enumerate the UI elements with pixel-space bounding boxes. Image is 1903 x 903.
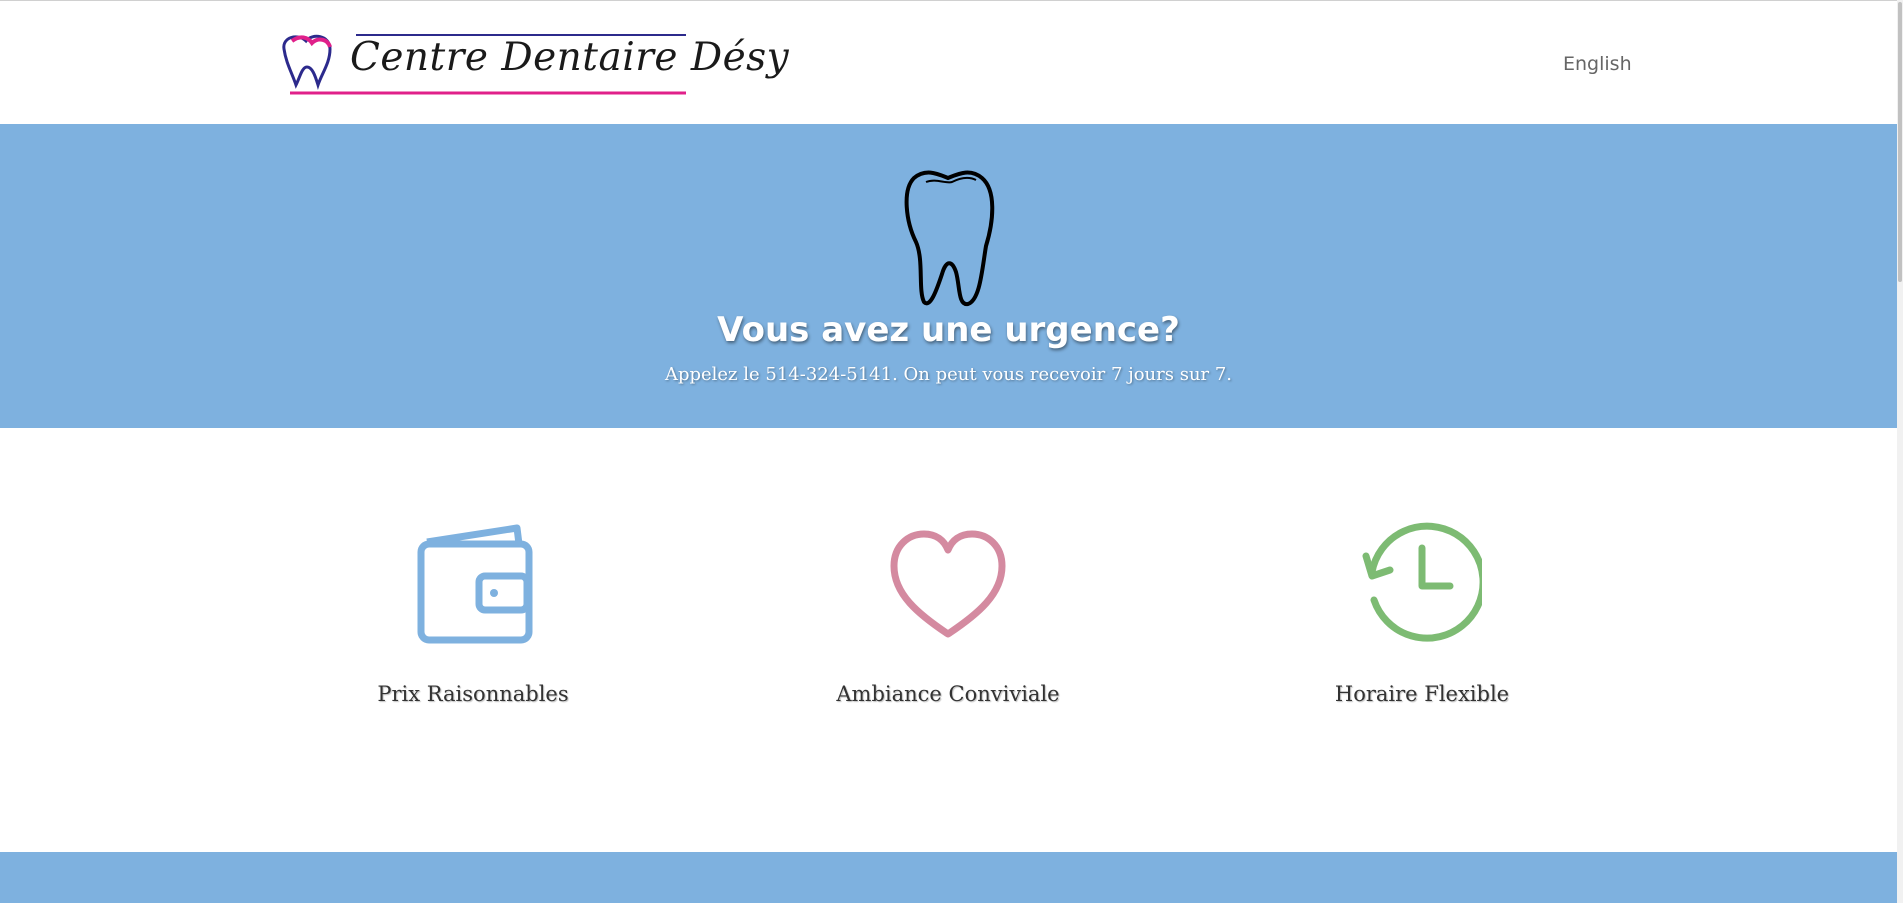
feature-ambiance-conviviale: Ambiance Conviviale bbox=[798, 520, 1098, 720]
hero-title: Vous avez une urgence? bbox=[717, 310, 1180, 350]
feature-prix-raisonnables: Prix Raisonnables bbox=[323, 520, 623, 720]
wallet-icon bbox=[417, 524, 533, 644]
hero-subtitle: Appelez le 514-324-5141. On peut vous re… bbox=[664, 364, 1233, 385]
page-scrollbar[interactable] bbox=[1897, 0, 1903, 903]
logo-text: Centre Dentaire Désy bbox=[350, 35, 790, 80]
next-section-band bbox=[0, 852, 1897, 903]
clock-history-icon bbox=[1362, 522, 1482, 642]
site-header: Centre Dentaire Désy English bbox=[0, 1, 1897, 124]
feature-label: Ambiance Conviviale bbox=[836, 682, 1060, 706]
emergency-banner: Vous avez une urgence? Appelez le 514-32… bbox=[0, 124, 1897, 428]
site-logo[interactable]: Centre Dentaire Désy bbox=[278, 29, 789, 97]
tooth-icon bbox=[904, 170, 995, 307]
feature-label: Horaire Flexible bbox=[1334, 682, 1510, 706]
language-switch-link[interactable]: English bbox=[1563, 53, 1632, 75]
heart-icon bbox=[890, 530, 1006, 638]
scrollbar-thumb[interactable] bbox=[1898, 2, 1902, 282]
feature-label: Prix Raisonnables bbox=[377, 682, 569, 706]
feature-horaire-flexible: Horaire Flexible bbox=[1272, 520, 1572, 720]
